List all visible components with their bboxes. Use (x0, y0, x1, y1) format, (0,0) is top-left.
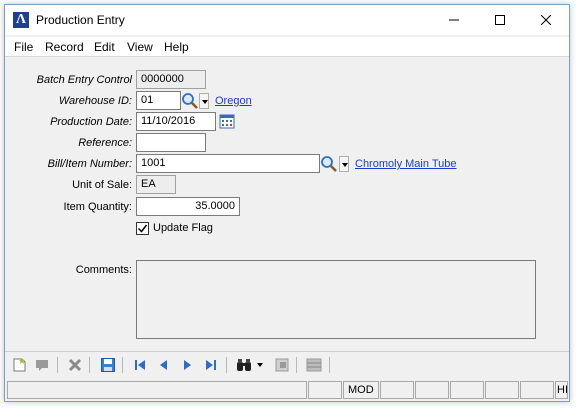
maximize-button[interactable] (477, 5, 523, 35)
new-record-icon (13, 358, 26, 372)
find-icon (237, 359, 251, 371)
status-mode: MOD (343, 381, 379, 399)
save-button[interactable] (99, 356, 117, 374)
delete-button[interactable] (66, 356, 84, 374)
previous-record-button[interactable] (155, 356, 173, 374)
first-record-icon (135, 360, 145, 370)
toolbar-separator (89, 357, 90, 373)
status-panel-2 (308, 381, 342, 399)
status-panel-5 (415, 381, 449, 399)
maximize-icon (495, 15, 505, 25)
next-record-icon (184, 360, 191, 370)
find-button[interactable] (235, 356, 253, 374)
comments-textarea[interactable] (136, 260, 536, 339)
document-button[interactable] (273, 356, 291, 374)
previous-record-icon (160, 360, 167, 370)
bill-item-dropdown-icon[interactable] (339, 156, 349, 172)
checkmark-icon (137, 224, 148, 233)
reference-field[interactable] (136, 133, 206, 152)
item-quantity-field[interactable]: 35.0000 (136, 197, 240, 216)
menu-record[interactable]: Record (45, 40, 84, 54)
title-bar[interactable]: Λ Production Entry (5, 5, 569, 35)
close-button[interactable] (523, 5, 569, 35)
reference-label: Reference: (78, 137, 132, 149)
toolbar (5, 351, 569, 377)
comments-label: Comments: (75, 264, 132, 276)
production-entry-form: Batch Entry Control 0000000 Warehouse ID… (5, 58, 569, 350)
minimize-button[interactable] (431, 5, 477, 35)
warehouse-dropdown-icon[interactable] (199, 93, 209, 109)
menu-help[interactable]: Help (164, 40, 189, 54)
status-bar: MOD HI (5, 379, 569, 401)
menu-edit[interactable]: Edit (94, 40, 115, 54)
toolbar-separator (57, 357, 58, 373)
new-record-button[interactable] (11, 356, 29, 374)
post-button[interactable] (33, 356, 51, 374)
update-flag-checkbox[interactable] (136, 222, 149, 235)
menu-bar: File Record Edit View Help (5, 37, 569, 57)
grid-button[interactable] (305, 356, 323, 374)
bill-item-number-field[interactable]: 1001 (136, 154, 320, 173)
status-panel-6 (450, 381, 484, 399)
update-flag-label: Update Flag (153, 222, 213, 234)
unit-of-sale-label: Unit of Sale: (72, 179, 132, 191)
menu-view[interactable]: View (127, 40, 153, 54)
menu-file[interactable]: File (14, 40, 33, 54)
status-panel-last: HI (555, 381, 568, 399)
grid-icon (306, 358, 322, 372)
last-record-button[interactable] (202, 356, 220, 374)
minimize-icon (449, 19, 459, 21)
post-icon (36, 360, 48, 371)
status-panel-4 (380, 381, 414, 399)
status-panel-7 (485, 381, 519, 399)
last-record-icon (206, 360, 216, 370)
window-title: Production Entry (36, 13, 125, 27)
bill-item-description-link[interactable]: Chromoly Main Tube (355, 158, 457, 170)
production-date-label: Production Date: (50, 116, 132, 128)
warehouse-description-link[interactable]: Oregon (215, 95, 252, 107)
find-dropdown-button[interactable] (255, 356, 265, 374)
batch-entry-control-field: 0000000 (136, 70, 206, 89)
app-logo-icon: Λ (13, 12, 29, 28)
item-quantity-label: Item Quantity: (63, 201, 132, 213)
save-icon (101, 358, 115, 372)
production-entry-window: Λ Production Entry File Record Edit View… (4, 4, 570, 402)
next-record-button[interactable] (178, 356, 196, 374)
calendar-icon[interactable] (219, 113, 235, 129)
unit-of-sale-field: EA (136, 175, 176, 194)
warehouse-id-field[interactable]: 01 (136, 91, 181, 110)
warehouse-id-label: Warehouse ID: (58, 95, 132, 107)
status-panel-message (7, 381, 307, 399)
toolbar-separator (226, 357, 227, 373)
bill-item-lookup-icon[interactable] (320, 155, 338, 173)
close-icon (541, 15, 551, 25)
warehouse-lookup-icon[interactable] (181, 92, 199, 110)
bill-item-number-label: Bill/Item Number: (47, 158, 132, 170)
document-icon (275, 358, 289, 372)
first-record-button[interactable] (131, 356, 149, 374)
delete-icon (68, 358, 82, 372)
toolbar-separator (296, 357, 297, 373)
status-panel-8 (520, 381, 554, 399)
production-date-field[interactable]: 11/10/2016 (136, 112, 216, 131)
toolbar-separator (122, 357, 123, 373)
find-dropdown-icon (257, 363, 263, 367)
toolbar-separator (329, 357, 330, 373)
batch-entry-control-label: Batch Entry Control (36, 74, 132, 86)
